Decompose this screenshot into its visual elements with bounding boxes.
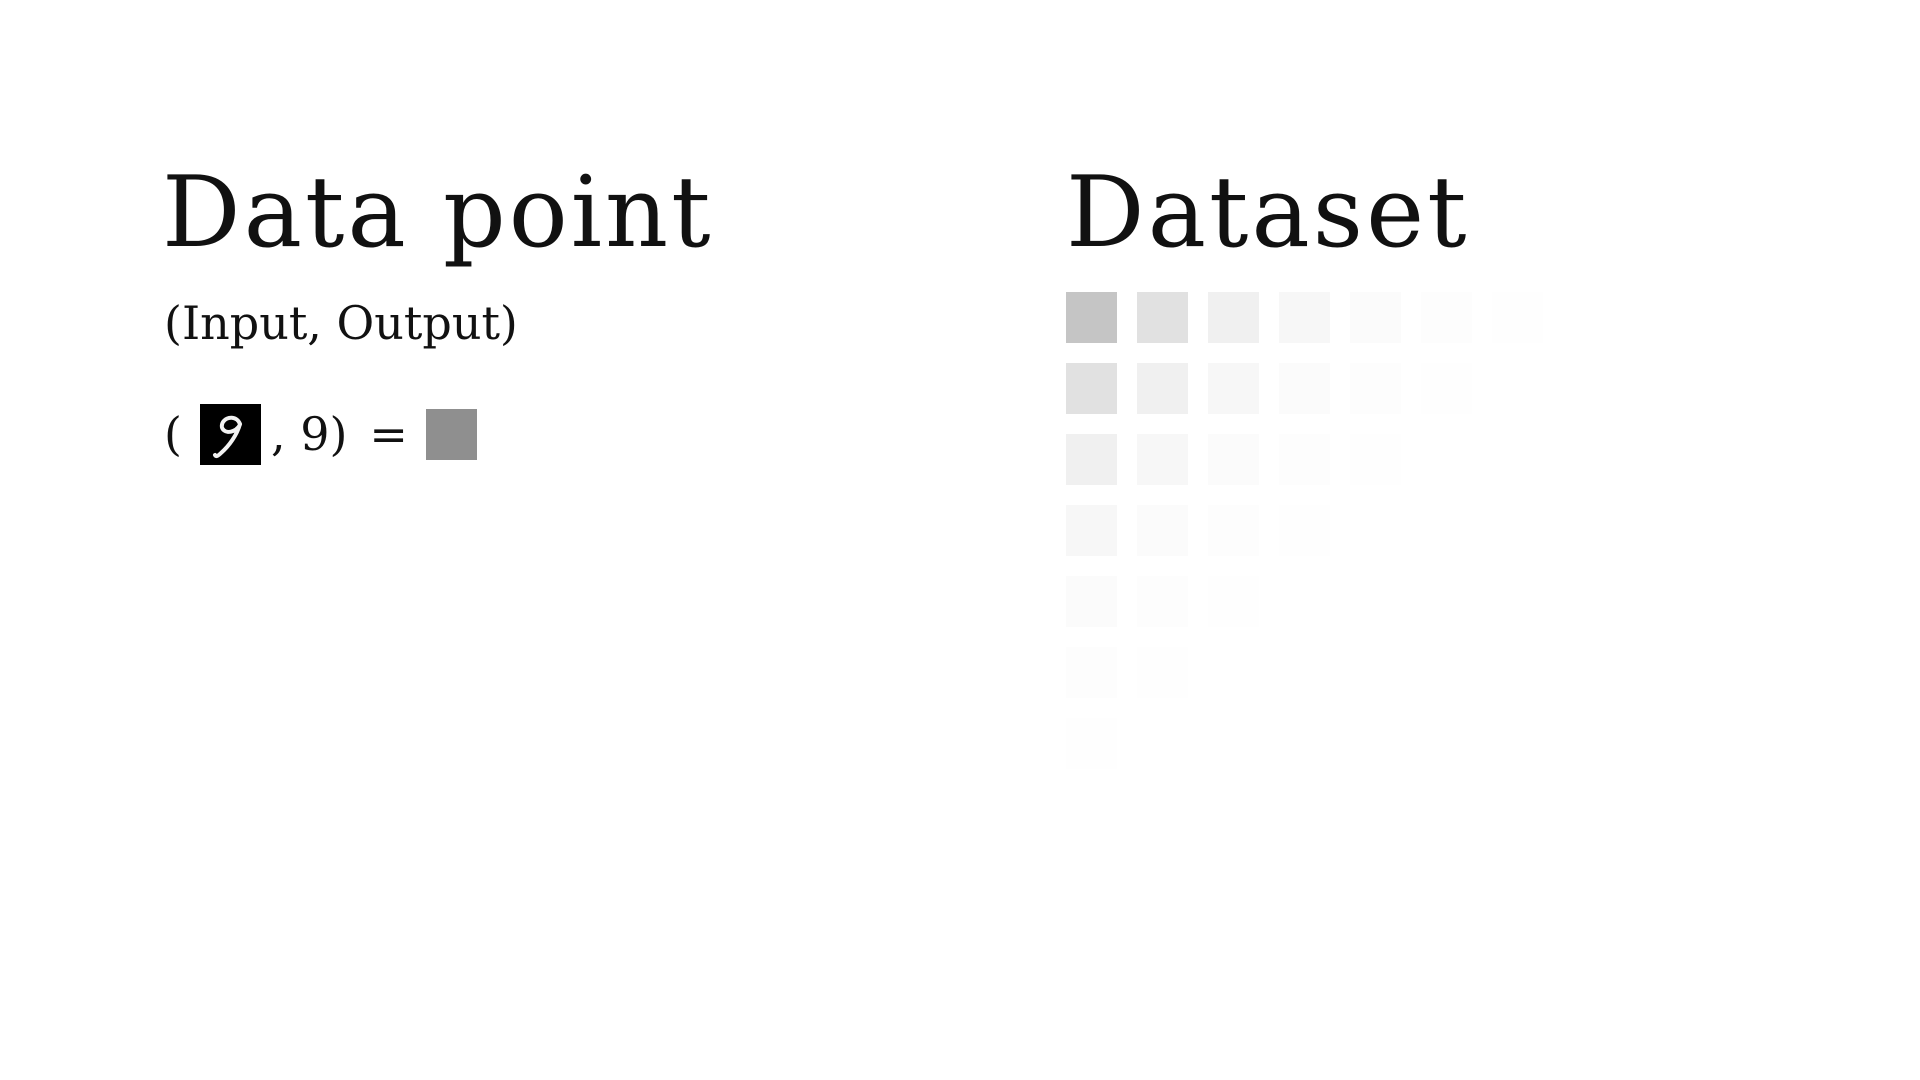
dataset-cell	[1137, 292, 1188, 343]
dataset-cell	[1279, 434, 1330, 485]
data-point-equation: ( , 9) =	[164, 403, 477, 465]
dataset-cell	[1421, 292, 1472, 343]
equation-equals-sign: =	[369, 407, 408, 461]
dataset-title: Dataset	[1066, 156, 1470, 270]
dataset-grid	[1066, 292, 1546, 772]
dataset-cell	[1137, 647, 1188, 698]
dataset-cell	[1066, 718, 1117, 769]
dataset-cell	[1066, 434, 1117, 485]
dataset-cell	[1208, 363, 1259, 414]
dataset-cell	[1066, 576, 1117, 627]
dataset-cell	[1066, 292, 1117, 343]
handwritten-digit-9-icon	[199, 403, 261, 465]
dataset-cell	[1208, 292, 1259, 343]
dataset-cell	[1137, 576, 1188, 627]
dataset-cell	[1350, 292, 1401, 343]
dataset-cell	[1066, 505, 1117, 556]
dataset-cell	[1350, 363, 1401, 414]
data-point-title: Data point	[162, 156, 714, 270]
dataset-cell	[1066, 647, 1117, 698]
dataset-cell	[1208, 576, 1259, 627]
dataset-cell	[1137, 434, 1188, 485]
dataset-cell	[1279, 505, 1330, 556]
dataset-cell	[1208, 505, 1259, 556]
dataset-cell	[1279, 363, 1330, 414]
dataset-cell	[1137, 363, 1188, 414]
equation-label-value: , 9)	[270, 407, 348, 461]
output-swatch	[425, 408, 477, 460]
dataset-cell	[1137, 505, 1188, 556]
dataset-cell	[1208, 434, 1259, 485]
dataset-cell	[1421, 363, 1472, 414]
dataset-cell	[1279, 292, 1330, 343]
dataset-cell	[1350, 434, 1401, 485]
dataset-cell	[1492, 292, 1543, 343]
equation-open-paren: (	[164, 407, 182, 461]
dataset-cell	[1066, 363, 1117, 414]
input-output-subtitle: (Input, Output)	[164, 296, 518, 350]
